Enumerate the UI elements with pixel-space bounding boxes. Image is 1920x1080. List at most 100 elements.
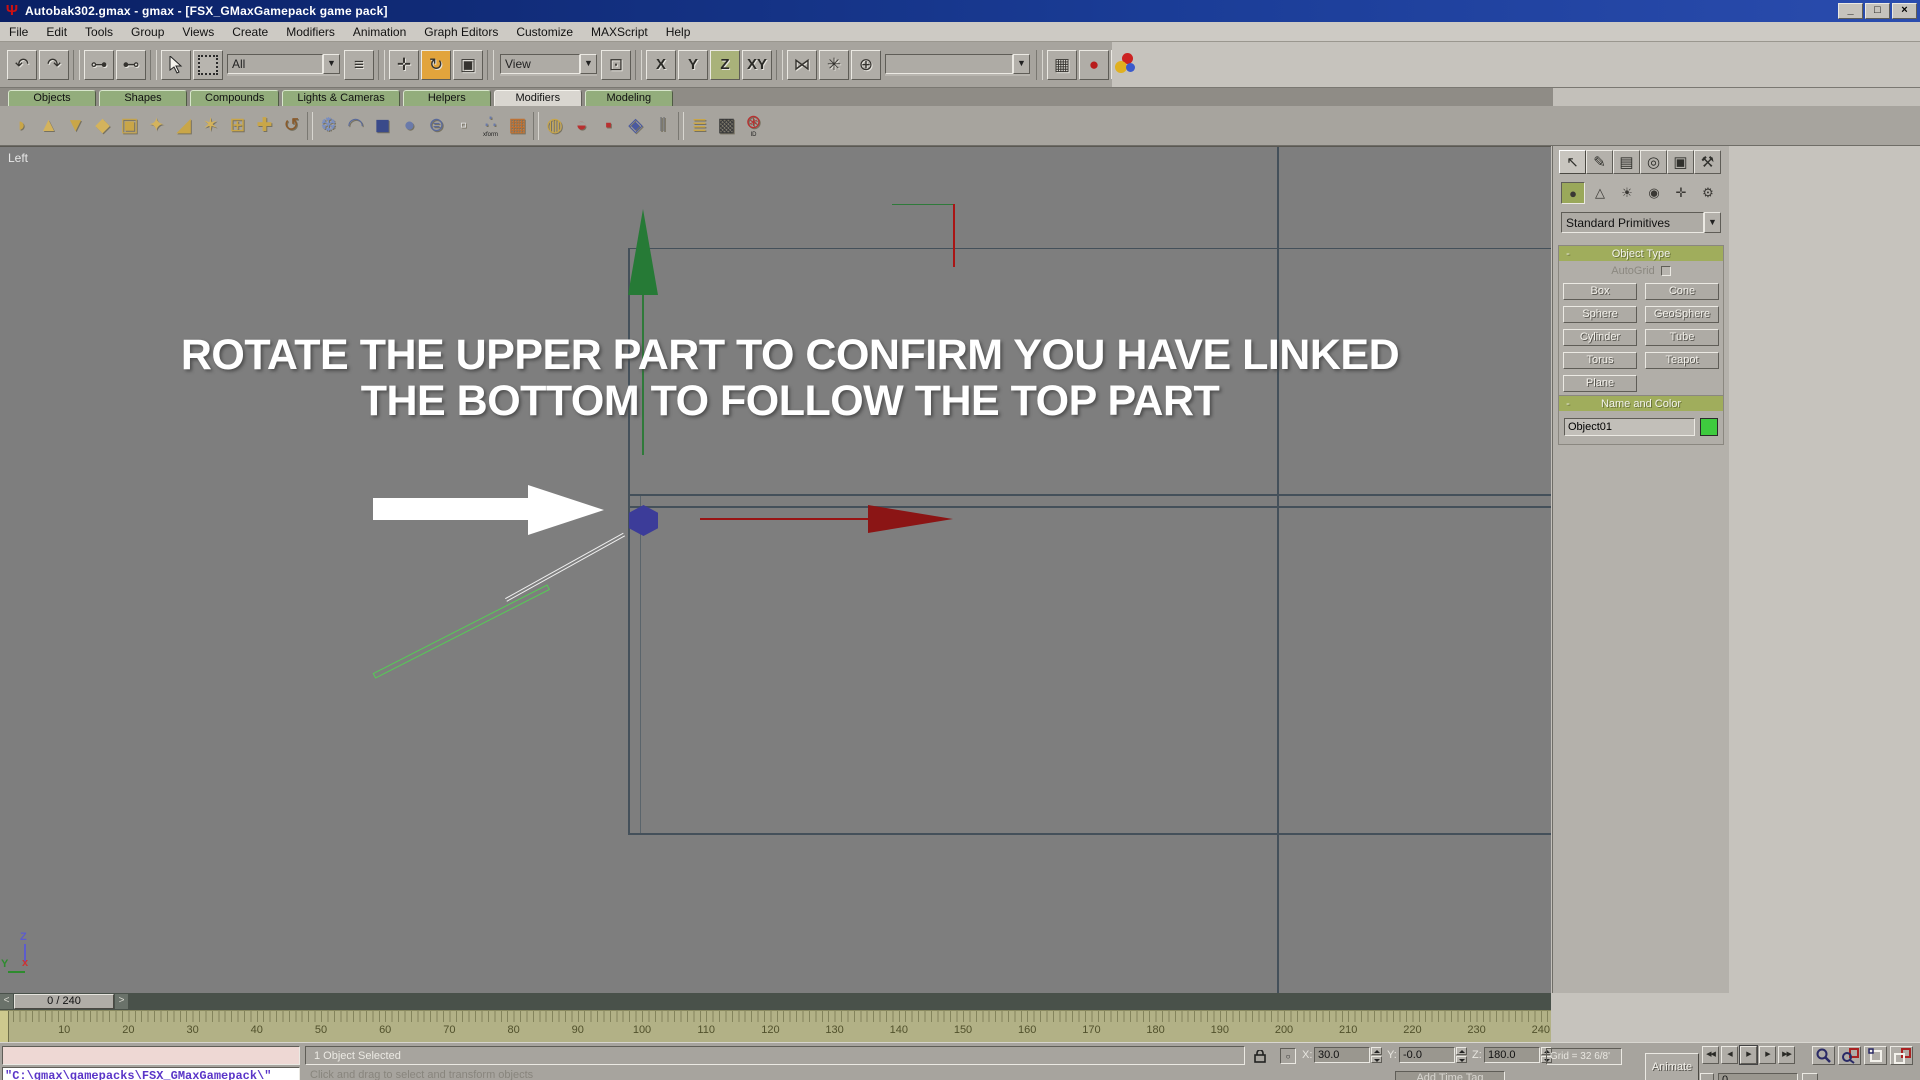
current-frame-field[interactable]: 0 bbox=[1718, 1073, 1798, 1080]
modifier-icon-7[interactable]: ◢ bbox=[170, 112, 197, 139]
chevron-down-icon[interactable]: ▼ bbox=[1704, 212, 1721, 233]
select-and-link-icon[interactable]: ⊶ bbox=[84, 50, 114, 80]
zoom-all-icon[interactable] bbox=[1838, 1046, 1861, 1065]
modifier-icon-27[interactable]: ⊛ID bbox=[740, 112, 767, 139]
modifier-icon-15[interactable]: ● bbox=[396, 112, 423, 139]
y-coordinate-field[interactable]: -0.0 bbox=[1399, 1047, 1455, 1063]
modifier-icon-10[interactable]: ✚ bbox=[251, 112, 278, 139]
x-spinner[interactable] bbox=[1371, 1047, 1382, 1063]
next-frame-button[interactable]: ▶ bbox=[1759, 1046, 1776, 1064]
time-configuration-icon[interactable] bbox=[1802, 1073, 1818, 1080]
geosphere-button[interactable]: GeoSphere bbox=[1645, 306, 1719, 323]
menu-file[interactable]: File bbox=[0, 23, 37, 41]
restrict-x-button[interactable]: X bbox=[646, 50, 676, 80]
reference-coordinate-dropdown[interactable]: View▼ bbox=[500, 54, 597, 76]
modifier-icon-4[interactable]: ◆ bbox=[89, 112, 116, 139]
menu-maxscript[interactable]: MAXScript bbox=[582, 23, 657, 41]
tab-objects[interactable]: Objects bbox=[8, 90, 96, 106]
modifier-icon-2[interactable]: ▲ bbox=[35, 112, 62, 139]
maxscript-mini-listener-macro[interactable] bbox=[2, 1046, 300, 1065]
helpers-category-icon[interactable]: ✛ bbox=[1669, 182, 1693, 204]
tab-lights-cameras[interactable]: Lights & Cameras bbox=[282, 90, 399, 106]
track-view-icon[interactable]: ▦ bbox=[1047, 50, 1077, 80]
menu-graph-editors[interactable]: Graph Editors bbox=[415, 23, 507, 41]
modifier-icon-6[interactable]: ✦ bbox=[143, 112, 170, 139]
menu-group[interactable]: Group bbox=[122, 23, 173, 41]
material-editor-icon[interactable]: ● bbox=[1079, 50, 1109, 80]
collapse-icon[interactable]: - bbox=[1559, 248, 1577, 260]
geometry-category-icon[interactable]: ● bbox=[1561, 182, 1585, 204]
modifier-icon-21[interactable]: ◒ bbox=[568, 112, 595, 139]
maxscript-mini-listener-output[interactable]: "C:\gmax\gamepacks\FSX_GMaxGamepack\" bbox=[2, 1067, 300, 1080]
selection-filter-dropdown[interactable]: All▼ bbox=[227, 54, 340, 76]
display-tab[interactable]: ▣ bbox=[1667, 150, 1694, 174]
go-to-start-button[interactable]: ◀◀ bbox=[1702, 1046, 1719, 1064]
select-and-rotate-icon[interactable]: ↻ bbox=[421, 50, 451, 80]
tab-helpers[interactable]: Helpers bbox=[403, 90, 491, 106]
align-icon[interactable]: ⊕ bbox=[851, 50, 881, 80]
modifier-icon-19[interactable]: ▦ bbox=[504, 112, 531, 139]
modifier-icon-11[interactable]: ↺ bbox=[278, 112, 305, 139]
close-button[interactable]: × bbox=[1892, 3, 1917, 19]
add-time-tag[interactable]: Add Time Tag bbox=[1395, 1071, 1505, 1080]
modifier-icon-23[interactable]: ◈ bbox=[622, 112, 649, 139]
menu-edit[interactable]: Edit bbox=[37, 23, 76, 41]
modifier-icon-14[interactable]: ◼ bbox=[369, 112, 396, 139]
restrict-xy-plane-button[interactable]: XY bbox=[742, 50, 772, 80]
name-color-rollout-header[interactable]: - Name and Color bbox=[1559, 396, 1723, 411]
modifier-icon-25[interactable]: ≣ bbox=[686, 112, 713, 139]
chevron-down-icon[interactable]: ▼ bbox=[323, 54, 340, 74]
tab-modifiers[interactable]: Modifiers bbox=[494, 90, 582, 106]
viewport-label[interactable]: Left bbox=[8, 151, 28, 165]
modifier-icon-8[interactable]: ✶ bbox=[197, 112, 224, 139]
modifier-icon-9[interactable]: ⊞ bbox=[224, 112, 251, 139]
menu-animation[interactable]: Animation bbox=[344, 23, 415, 41]
restrict-y-button[interactable]: Y bbox=[678, 50, 708, 80]
systems-category-icon[interactable]: ⚙ bbox=[1696, 182, 1720, 204]
modifier-icon-1[interactable]: ◗ bbox=[8, 112, 35, 139]
torus-button[interactable]: Torus bbox=[1563, 352, 1637, 369]
modifier-icon-22[interactable]: ▪ bbox=[595, 112, 622, 139]
object-name-field[interactable]: Object01 bbox=[1564, 418, 1695, 436]
select-and-move-icon[interactable]: ✛ bbox=[389, 50, 419, 80]
modifier-icon-18[interactable]: ∴xform bbox=[477, 112, 504, 139]
play-button[interactable]: ▶ bbox=[1740, 1046, 1757, 1064]
cylinder-button[interactable]: Cylinder bbox=[1563, 329, 1637, 346]
modifier-icon-26[interactable]: ▩ bbox=[713, 112, 740, 139]
mirror-icon[interactable]: ⋈ bbox=[787, 50, 817, 80]
sphere-button[interactable]: Sphere bbox=[1563, 306, 1637, 323]
redo-icon[interactable]: ↷ bbox=[39, 50, 69, 80]
time-slider-knob[interactable]: 0 / 240 bbox=[14, 994, 114, 1009]
undo-icon[interactable]: ↶ bbox=[7, 50, 37, 80]
create-tab[interactable]: ↖ bbox=[1559, 150, 1586, 174]
modifier-icon-5[interactable]: ▣ bbox=[116, 112, 143, 139]
use-pivot-point-icon[interactable]: ⊡ bbox=[601, 50, 631, 80]
track-bar[interactable]: 1020304050607080901001101201301401501601… bbox=[0, 1010, 1551, 1042]
key-mode-toggle-icon[interactable] bbox=[1700, 1073, 1714, 1080]
modifier-icon-24[interactable]: ‖ bbox=[649, 112, 676, 139]
menu-tools[interactable]: Tools bbox=[76, 23, 122, 41]
tab-compounds[interactable]: Compounds bbox=[190, 90, 279, 106]
select-by-name-icon[interactable]: ≡ bbox=[344, 50, 374, 80]
object-color-swatch[interactable] bbox=[1700, 418, 1718, 436]
x-coordinate-field[interactable]: 30.0 bbox=[1314, 1047, 1370, 1063]
bone-root-hexagon[interactable] bbox=[629, 505, 658, 536]
hierarchy-tab[interactable]: ▤ bbox=[1613, 150, 1640, 174]
named-selection-sets-dropdown[interactable]: ▼ bbox=[885, 54, 1030, 76]
previous-frame-button[interactable]: ◀ bbox=[1721, 1046, 1738, 1064]
plane-button[interactable]: Plane bbox=[1563, 375, 1637, 392]
modifier-icon-12[interactable]: ❆ bbox=[315, 112, 342, 139]
modifier-icon-13[interactable]: ◠ bbox=[342, 112, 369, 139]
left-viewport[interactable]: Left ROTATE THE UPPER PART TO CONFIRM YO… bbox=[0, 146, 1551, 993]
minimize-button[interactable]: _ bbox=[1838, 3, 1863, 19]
modifier-icon-16[interactable]: ⊜ bbox=[423, 112, 450, 139]
motion-tab[interactable]: ◎ bbox=[1640, 150, 1667, 174]
next-frame-arrow[interactable]: > bbox=[115, 994, 128, 1009]
bone-lower-green-outline[interactable] bbox=[373, 584, 550, 678]
rectangular-selection-region-icon[interactable] bbox=[193, 50, 223, 80]
modifier-icon-17[interactable]: ▫ bbox=[450, 112, 477, 139]
z-coordinate-field[interactable]: 180.0 bbox=[1484, 1047, 1540, 1063]
modifier-icon-20[interactable]: ◍ bbox=[541, 112, 568, 139]
select-and-scale-icon[interactable]: ▣ bbox=[453, 50, 483, 80]
tube-button[interactable]: Tube bbox=[1645, 329, 1719, 346]
